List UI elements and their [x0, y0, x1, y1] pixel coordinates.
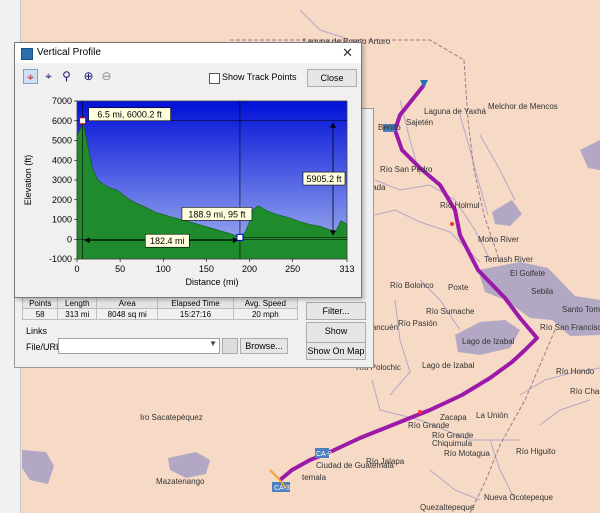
range-callout-text: 5905.2 ft: [306, 174, 342, 184]
crosshair-move-icon[interactable]: ⌖: [41, 69, 56, 84]
map-label: Nueva Ocotepeque: [484, 493, 553, 502]
y-tick-label: -1000: [49, 254, 72, 264]
map-label: Río Pasión: [398, 319, 437, 328]
max-marker: [79, 117, 87, 125]
y-tick-label: 1000: [52, 215, 72, 225]
map-label: Mazatenango: [156, 477, 205, 486]
stats-value: 8048 sq mi: [96, 308, 159, 320]
map-label: Río Jalapa: [366, 457, 405, 466]
stats-value: 58: [21, 308, 59, 320]
map-label: Río Holmul: [440, 201, 480, 210]
map-label: CA-3: [274, 485, 290, 492]
map-label: CA-9: [316, 451, 332, 458]
zoom-out-icon[interactable]: ⊖: [99, 69, 114, 84]
map-label: Poxte: [448, 283, 469, 292]
min-callout-text: 188.9 mi, 95 ft: [188, 209, 246, 219]
map-label: Río Grande: [408, 421, 450, 430]
stats-header: Points: [21, 297, 59, 309]
map-label: El Golfete: [510, 269, 546, 278]
x-tick-label: 150: [199, 264, 214, 274]
show-on-map-button[interactable]: Show On Map: [306, 342, 366, 360]
map-label: Río Bolonco: [390, 281, 434, 290]
zoom-lasso-icon[interactable]: ⚲: [59, 69, 74, 84]
stats-value: 313 mi: [57, 308, 98, 320]
elevation-chart[interactable]: -100001000200030004000500060007000 0 50 10…: [15, 89, 361, 295]
y-tick-labels: -1000 0 1000 2000 3000 4000 5000 6000 7000: [49, 96, 72, 264]
dialog-titlebar[interactable]: Vertical Profile ✕: [15, 43, 361, 63]
map-label: Río San Pedro: [380, 165, 433, 174]
max-callout-text: 6.5 mi, 6000.2 ft: [97, 110, 162, 120]
map-label: temala: [302, 473, 327, 482]
link-icon[interactable]: [222, 338, 238, 354]
max-callout: 6.5 mi, 6000.2 ft: [88, 107, 171, 122]
vertical-profile-dialog: Vertical Profile ✕ ⌖ ⌖ ⚲ ⊕ ⊖ Show Track …: [14, 42, 362, 298]
x-tick-label: 50: [115, 264, 125, 274]
map-label: Moho River: [478, 235, 519, 244]
map-label: Sebila: [531, 287, 554, 296]
map-label: Melchor de Mencos: [488, 102, 558, 111]
x-tick-label: 313: [339, 264, 354, 274]
range-callout: 5905.2 ft: [302, 171, 346, 186]
map-label: Laguna de Yaxhá: [424, 107, 487, 116]
map-label: Chiquimula: [432, 439, 473, 448]
x-tick-label: 0: [74, 264, 79, 274]
x-tick-label: 100: [156, 264, 171, 274]
y-tick-label: 6000: [52, 116, 72, 126]
stats-header: Avg. Speed: [232, 297, 299, 309]
span-callout: 182.4 mi: [144, 233, 190, 248]
show-track-points-label: Show Track Points: [222, 72, 297, 82]
map-label: Benito: [378, 123, 401, 132]
map-label: Iro Sacatepéquez: [140, 413, 203, 422]
x-tick-label: 250: [285, 264, 300, 274]
map-label: Sajetén: [406, 118, 433, 127]
map-label: Río Chamelecón: [570, 387, 600, 396]
dialog-title: Vertical Profile: [37, 47, 101, 58]
map-label: Río Hondo: [556, 367, 595, 376]
links-group-label: Links: [26, 326, 48, 336]
file-url-input[interactable]: ▼: [58, 338, 220, 354]
y-tick-label: 0: [67, 234, 72, 244]
x-tick-labels: 0 50 100 150 200 250 313: [74, 264, 354, 274]
stats-header: Elapsed Time: [157, 297, 234, 309]
profile-app-icon: [21, 48, 33, 60]
close-icon[interactable]: ✕: [342, 45, 353, 61]
stats-value: 20 mph: [232, 308, 299, 320]
x-tick-label: 200: [242, 264, 257, 274]
map-label: Río Sumache: [426, 307, 475, 316]
show-track-points-checkbox[interactable]: [209, 73, 220, 84]
filter-button[interactable]: Filter...: [306, 302, 366, 320]
y-axis-label: Elevation (ft): [23, 155, 33, 206]
track-stats-table: Points Length Area Elapsed Time Avg. Spe…: [21, 297, 299, 320]
zoom-in-icon[interactable]: ⊕: [81, 69, 96, 84]
map-label: Río Higuito: [516, 447, 556, 456]
map-label: La Unión: [476, 411, 508, 420]
stats-value: 15:27:16: [157, 308, 234, 320]
y-tick-label: 3000: [52, 175, 72, 185]
map-label: Lago de Izabal: [422, 361, 475, 370]
min-marker: [236, 233, 244, 241]
y-tick-label: 4000: [52, 155, 72, 165]
chevron-down-icon[interactable]: ▼: [209, 339, 217, 348]
map-label: Temash River: [484, 255, 533, 264]
x-axis-label: Distance (mi): [185, 277, 238, 287]
span-callout-text: 182.4 mi: [150, 236, 185, 246]
crosshair-icon[interactable]: ⌖: [23, 69, 38, 84]
map-label: Lago de Izabal: [462, 337, 515, 346]
map-label: Santo Tom: [562, 305, 600, 314]
y-tick-label: 7000: [52, 96, 72, 106]
y-tick-label: 2000: [52, 195, 72, 205]
browse-button[interactable]: Browse...: [240, 338, 288, 354]
stats-header: Area: [96, 297, 159, 309]
stats-header: Length: [57, 297, 98, 309]
map-label: Quezaltepeque: [420, 503, 475, 512]
map-label: Río San Francisco: [540, 323, 600, 332]
map-label: Río Motagua: [444, 449, 490, 458]
min-callout: 188.9 mi, 95 ft: [181, 207, 253, 221]
y-tick-label: 5000: [52, 136, 72, 146]
close-button[interactable]: Close: [307, 69, 357, 87]
